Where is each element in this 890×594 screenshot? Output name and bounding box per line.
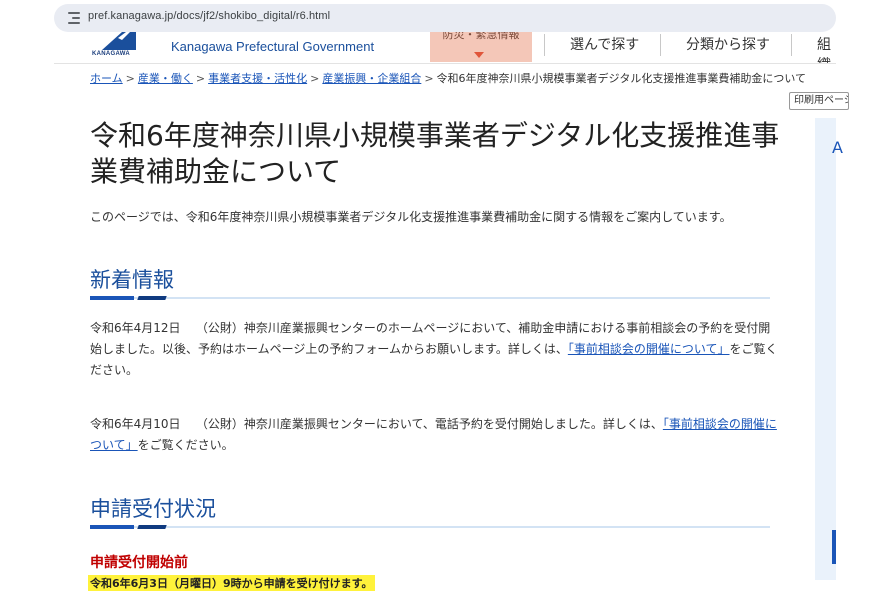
page-intro: このページでは、令和6年度神奈川県小規模事業者デジタル化支援推進事業費補助金に関… [90,210,732,224]
nav-select-search[interactable]: 選んで探す [570,34,639,54]
address-bar[interactable]: pref.kanagawa.jp/docs/jf2/shokibo_digita… [54,4,836,32]
breadcrumb-industry-link[interactable]: 産業・働く [138,72,193,85]
breadcrumb-home-link[interactable]: ホーム [90,72,123,85]
triangle-down-icon [474,52,484,58]
emergency-info-button[interactable]: 防災・緊急情報 [430,32,532,62]
news-date: 令和6年4月12日 [90,321,181,335]
nav-divider [791,34,792,56]
news-heading: 新着情報 [90,268,174,292]
site-header: KANAGAWA Kanagawa Prefectural Government… [54,32,836,64]
emergency-info-label: 防災・緊急情報 [442,32,520,41]
breadcrumb-separator: > [125,72,135,85]
breadcrumb-separator: > [310,72,320,85]
government-name[interactable]: Kanagawa Prefectural Government [171,39,374,54]
url-text[interactable]: pref.kanagawa.jp/docs/jf2/shokibo_digita… [88,10,330,22]
breadcrumb: ホーム > 産業・働く > 事業者支援・活性化 > 産業振興・企業組合 > 令和6年度神奈川県小… [90,70,806,86]
sidebar-text-size-button[interactable]: A [832,138,843,157]
breadcrumb-separator: > [195,72,206,85]
breadcrumb-promotion-link[interactable]: 産業振興・企業組合 [322,72,421,85]
news-date: 令和6年4月10日 [90,417,181,431]
nav-category-search[interactable]: 分類から探す [686,34,770,54]
news-item: 令和6年4月12日 （公財）神奈川産業振興センターのホームページにおいて、補助金… [90,318,780,381]
news-suffix: をご覧ください。 [137,438,234,452]
nav-divider [660,34,661,56]
news-text: （公財）神奈川産業振興センターにおいて、電話予約を受付開始しました。詳しくは、 [195,417,663,431]
breadcrumb-separator: > [424,72,434,85]
news-item: 令和6年4月10日 （公財）神奈川産業振興センターにおいて、電話予約を受付開始し… [90,414,780,456]
application-status-heading: 申請受付状況 [90,497,216,521]
news-heading-rule [90,296,770,300]
right-sidebar: A [815,118,843,580]
consultation-link[interactable]: 「事前相談会の開催について」 [568,342,730,356]
site-settings-icon[interactable] [68,12,80,24]
nav-divider [544,34,545,56]
nav-organization[interactable]: 組織 [817,34,836,63]
status-note: 令和6年6月3日（月曜日）9時から申請を受け付けます。 [88,575,375,591]
page-title: 令和6年度神奈川県小規模事業者デジタル化支援推進事業費補助金について [90,119,780,188]
status-heading-rule [90,525,770,529]
breadcrumb-current: 令和6年度神奈川県小規模事業者デジタル化支援推進事業費補助金について [436,72,806,85]
sidebar-accent-bar [832,530,836,564]
logo-wordmark: KANAGAWA [92,51,131,57]
print-page-button[interactable]: 印刷用ページ [789,92,849,110]
status-label: 申請受付開始前 [90,555,188,571]
breadcrumb-support-link[interactable]: 事業者支援・活性化 [208,72,307,85]
